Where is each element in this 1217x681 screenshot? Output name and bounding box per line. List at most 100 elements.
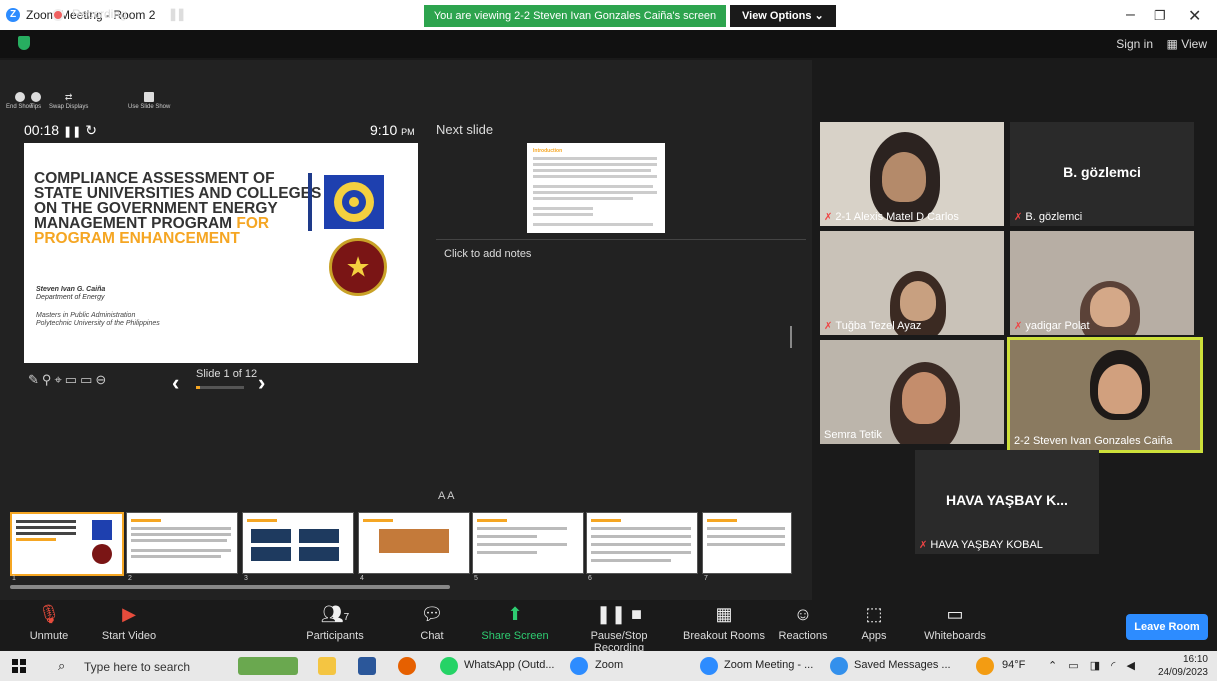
- slide-thumbnail[interactable]: [126, 512, 238, 574]
- participant-tile[interactable]: HAVA YAŞBAY K... ✗ HAVA YAŞBAY KOBAL: [915, 450, 1099, 554]
- participant-tile[interactable]: B. gözlemci ✗ B. gözlemci: [1010, 122, 1194, 226]
- participant-face: [1090, 287, 1130, 327]
- word-icon[interactable]: [358, 657, 376, 675]
- close-circle-icon: [14, 92, 25, 102]
- view-options-button[interactable]: View Options ⌄: [730, 5, 836, 27]
- telegram-icon[interactable]: [830, 657, 848, 675]
- notes-placeholder: Click to add notes: [444, 248, 532, 260]
- unmute-button[interactable]: 🎙︎ Unmute: [24, 600, 74, 642]
- participant-face: [900, 281, 936, 321]
- restore-icon[interactable]: ❐: [1154, 8, 1166, 24]
- pause-stop-icon: ❚❚ ■: [595, 604, 643, 624]
- font-size-controls[interactable]: A A: [438, 490, 455, 502]
- taskbar-search[interactable]: Type here to search: [84, 660, 190, 674]
- pen-icon[interactable]: ✎: [28, 372, 42, 387]
- participant-tile[interactable]: ✗ yadigar Polat: [1010, 231, 1194, 335]
- next-slide-preview[interactable]: Introduction: [527, 143, 665, 233]
- slide-filmstrip: 1 2 3 4 5 6 7: [10, 506, 810, 582]
- participants-button[interactable]: 👥︎7 Participants: [304, 600, 366, 642]
- next-slide-label: Next slide: [436, 122, 494, 137]
- taskbar-app-zoom-meeting[interactable]: Zoom Meeting - ...: [724, 659, 813, 671]
- whiteboards-button[interactable]: ▭ Whiteboards: [920, 600, 990, 642]
- pause-timer-icon[interactable]: ❚❚: [63, 126, 81, 138]
- reactions-button[interactable]: ☺︎ Reactions: [778, 600, 828, 642]
- slide-university: Polytechnic University of the Philippine…: [36, 320, 160, 327]
- next-slide-icon[interactable]: ›: [258, 370, 265, 396]
- participant-name: ✗ 2-1 Alexis Matel D Carlos: [824, 211, 959, 223]
- zoom-app-icon[interactable]: [570, 657, 588, 675]
- slide-thumbnail[interactable]: [242, 512, 354, 574]
- slide-thumbnail[interactable]: [702, 512, 792, 574]
- file-explorer-icon[interactable]: [318, 657, 336, 675]
- leave-room-button[interactable]: Leave Room: [1126, 614, 1208, 640]
- slide-author: Steven Ivan G. Caiña: [36, 286, 106, 293]
- search-icon[interactable]: ⌕: [58, 658, 65, 674]
- participant-tile[interactable]: Semra Tetik: [820, 340, 1004, 444]
- slide-degree: Masters in Public Administration: [36, 312, 136, 319]
- participant-name-text: 2-2 Steven Ivan Gonzales Caiña: [1014, 435, 1173, 447]
- close-icon[interactable]: ✕: [1188, 6, 1201, 26]
- slide-divider: [308, 173, 312, 231]
- meeting-toolbar: 🎙︎ Unmute ▶︎ Start Video 👥︎7 Participants 💬…: [0, 600, 1217, 654]
- firefox-icon[interactable]: [398, 657, 416, 675]
- pause-icon[interactable]: ❚❚: [168, 7, 186, 21]
- camera-icon[interactable]: ▭: [80, 372, 95, 387]
- taskbar-time: 16:10: [1182, 654, 1208, 665]
- slide-thumbnail[interactable]: [358, 512, 470, 574]
- chat-icon: 💬︎: [420, 604, 444, 624]
- pointer-icon[interactable]: ⌖: [54, 372, 64, 387]
- slide-progress-bar: [196, 386, 244, 389]
- participant-name: 2-2 Steven Ivan Gonzales Caiña: [1014, 435, 1172, 447]
- participant-tile[interactable]: ✗ Tuğba Tezel Ayaz: [820, 231, 1004, 335]
- chat-button[interactable]: 💬︎ Chat: [416, 600, 448, 642]
- reactions-label: Reactions: [778, 630, 828, 642]
- taskbar-app-whatsapp[interactable]: WhatsApp (Outd...: [464, 659, 554, 671]
- taskbar-app-zoom[interactable]: Zoom: [595, 659, 623, 671]
- tips-button[interactable]: Tips: [30, 92, 41, 110]
- more-options-icon[interactable]: ⊖: [95, 372, 109, 387]
- apps-icon: ⬚: [865, 604, 883, 624]
- system-tray-icons[interactable]: ⌃ ▭ ◨ ◜ ◀︎: [1048, 659, 1139, 672]
- taskbar-app-saved-messages[interactable]: Saved Messages ...: [854, 659, 951, 671]
- previous-slide-icon[interactable]: ‹: [172, 370, 179, 396]
- speaker-notes[interactable]: Click to add notes: [436, 239, 806, 491]
- use-slide-show-button[interactable]: Use Slide Show: [128, 92, 170, 110]
- slide-thumbnail[interactable]: [472, 512, 584, 574]
- participant-tile[interactable]: ✗ 2-1 Alexis Matel D Carlos: [820, 122, 1004, 226]
- share-screen-button[interactable]: ⬆︎ Share Screen: [480, 600, 550, 642]
- notes-resize-handle[interactable]: [790, 326, 792, 348]
- slide-thumbnail[interactable]: [586, 512, 698, 574]
- thumbnail-number: 5: [474, 575, 478, 582]
- start-video-button[interactable]: ▶︎ Start Video: [96, 600, 162, 642]
- thumbnail-number: 3: [244, 575, 248, 582]
- whatsapp-icon[interactable]: [440, 657, 458, 675]
- reset-timer-icon[interactable]: ↻: [85, 122, 97, 138]
- use-slide-show-label: Use Slide Show: [128, 104, 171, 110]
- breakout-rooms-button[interactable]: ▦ Breakout Rooms: [682, 600, 766, 642]
- muted-mic-icon: ✗: [1014, 321, 1023, 332]
- security-shield-icon[interactable]: [18, 36, 30, 50]
- filmstrip-scrollbar[interactable]: [10, 585, 450, 589]
- pause-recording-button[interactable]: ❚❚ ■ Pause/Stop Recording: [564, 600, 674, 654]
- participant-name: ✗ HAVA YAŞBAY KOBAL: [919, 539, 1043, 551]
- stop-icon[interactable]: [201, 11, 209, 18]
- participant-tile-active-speaker[interactable]: 2-2 Steven Ivan Gonzales Caiña: [1007, 337, 1203, 453]
- slide-counter: Slide 1 of 12: [196, 368, 258, 380]
- apps-button[interactable]: ⬚ Apps: [856, 600, 892, 642]
- tips-label: Tips: [30, 104, 42, 110]
- whiteboards-label: Whiteboards: [924, 630, 986, 642]
- windows-start-icon[interactable]: [12, 659, 26, 673]
- zoom-icon[interactable]: ⚲: [42, 372, 55, 387]
- weather-temp[interactable]: 94°F: [1002, 659, 1025, 671]
- slide-title: COMPLIANCE ASSESSMENT OF STATE UNIVERSIT…: [34, 171, 324, 247]
- swap-displays-button[interactable]: ⇄ Swap Displays: [49, 92, 88, 110]
- minimize-icon[interactable]: –: [1126, 6, 1135, 24]
- sign-in-link[interactable]: Sign in: [1116, 37, 1153, 51]
- slide-thumbnail[interactable]: [10, 512, 124, 576]
- whiteboard-icon: ▭: [946, 604, 964, 624]
- zoom-meeting-icon[interactable]: [700, 657, 718, 675]
- elapsed-time: 00:18: [24, 122, 60, 138]
- view-button[interactable]: ▦ View: [1167, 37, 1207, 51]
- subtitles-icon[interactable]: ▭: [65, 372, 80, 387]
- info-icon: [30, 92, 41, 102]
